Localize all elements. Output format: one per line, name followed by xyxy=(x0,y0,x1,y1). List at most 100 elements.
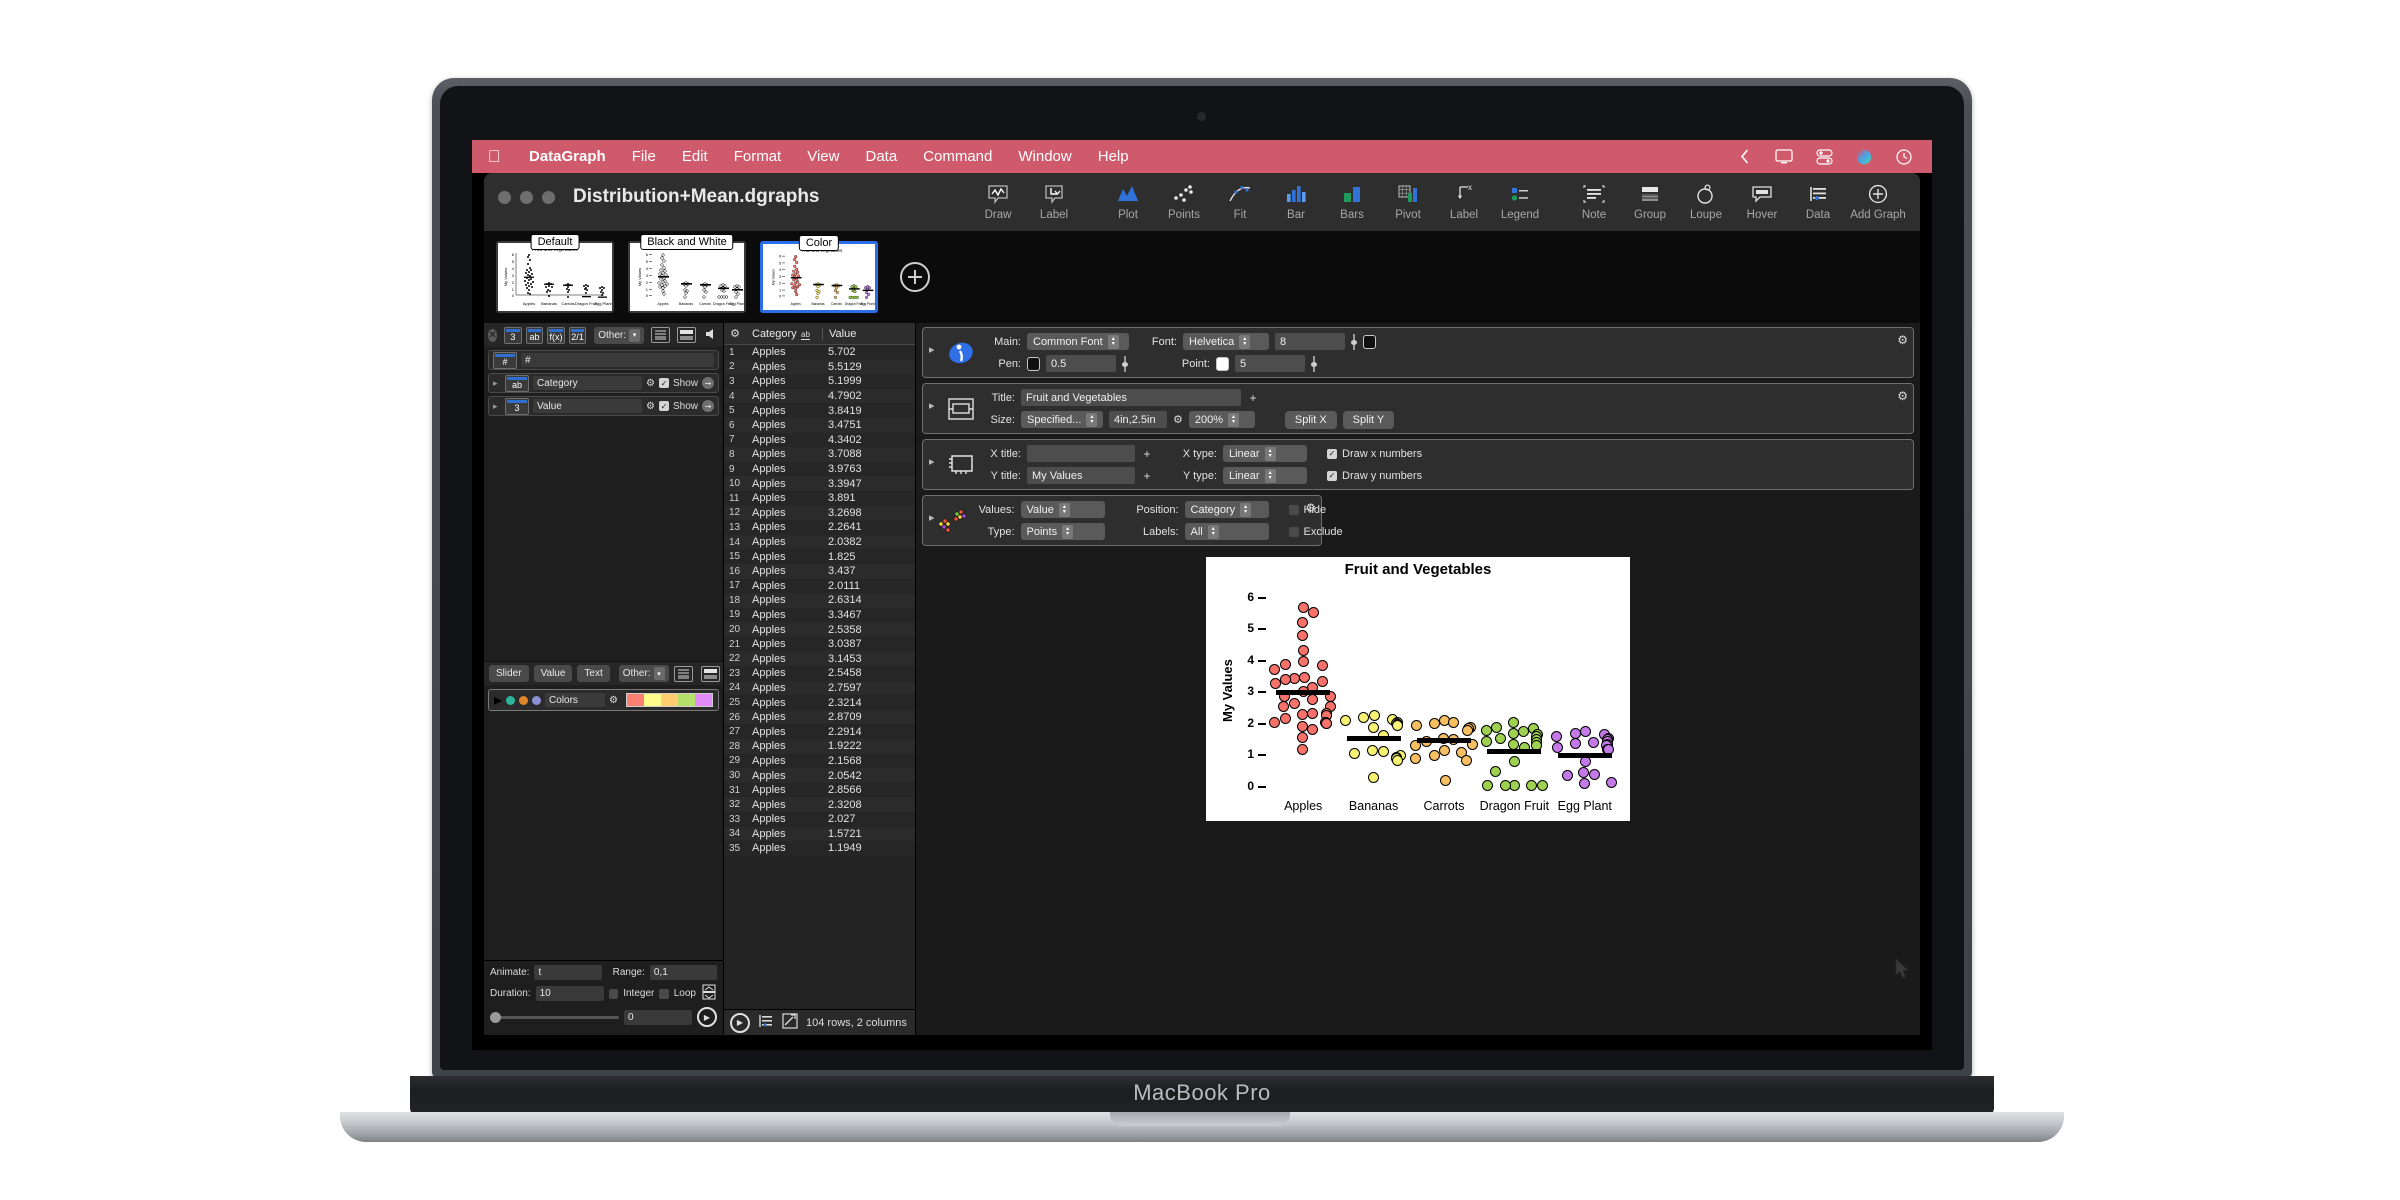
category-show-checkbox[interactable]: ✓ xyxy=(658,378,669,388)
siri-icon[interactable] xyxy=(1854,147,1874,167)
cell-category[interactable]: Apples xyxy=(746,390,822,402)
data-point[interactable] xyxy=(1588,737,1600,749)
cell-value[interactable]: 2.3208 xyxy=(822,799,915,811)
group-view-icon[interactable] xyxy=(677,327,697,343)
graph-size-select[interactable]: Specified... ▴ ▾ xyxy=(1021,411,1103,428)
data-point[interactable] xyxy=(1269,678,1281,690)
table-row[interactable]: 2 Apples 5.5129 xyxy=(724,359,915,375)
graph-zoom-select[interactable]: 200% ▴ ▾ xyxy=(1188,411,1255,428)
toolbar-bar-button[interactable]: Bar xyxy=(1268,177,1324,221)
add-text-button[interactable]: Text xyxy=(577,665,610,682)
cell-value[interactable]: 5.5129 xyxy=(822,361,915,373)
data-point[interactable] xyxy=(1296,731,1308,743)
toolbar-plot-button[interactable]: Plot xyxy=(1100,177,1156,221)
points-type-select[interactable]: Points ▴ ▾ xyxy=(1020,523,1105,540)
data-point[interactable] xyxy=(1307,607,1319,619)
speaker-icon[interactable] xyxy=(703,327,719,343)
points-panel-gear-icon[interactable]: ⚙ xyxy=(1305,501,1316,515)
data-point[interactable] xyxy=(1578,777,1590,789)
cell-category[interactable]: Apples xyxy=(746,755,822,767)
data-point[interactable] xyxy=(1491,721,1503,733)
cell-value[interactable]: 2.7597 xyxy=(822,682,915,694)
back-chevron-icon[interactable] xyxy=(1734,147,1754,167)
table-row[interactable]: 19 Apples 3.3467 xyxy=(724,607,915,623)
toolbar-fit-button[interactable]: Fit xyxy=(1212,177,1268,221)
minimize-button[interactable] xyxy=(520,191,533,204)
color-swatch-strip[interactable] xyxy=(626,693,713,707)
graph-panel-gear-icon[interactable]: ⚙ xyxy=(1897,389,1908,403)
params-other-dropdown[interactable]: Other: ▾ xyxy=(618,665,669,682)
toolbar-group-button[interactable]: Group xyxy=(1622,177,1678,221)
cell-value[interactable]: 3.9763 xyxy=(822,463,915,475)
cell-value[interactable]: 2.8566 xyxy=(822,784,915,796)
data-point[interactable] xyxy=(1317,675,1329,687)
data-point[interactable] xyxy=(1589,768,1601,780)
category-gear-icon[interactable]: ⚙ xyxy=(646,378,655,389)
table-row[interactable]: 18 Apples 2.6314 xyxy=(724,593,915,608)
style-panel-gear-icon[interactable]: ⚙ xyxy=(1897,333,1908,347)
close-icon[interactable]: ✕ xyxy=(488,328,498,342)
cell-category[interactable]: Apples xyxy=(746,551,822,563)
apple-logo-icon[interactable]:  xyxy=(484,148,504,165)
cell-value[interactable]: 3.7088 xyxy=(822,448,915,460)
cell-category[interactable]: Apples xyxy=(746,346,822,358)
cell-category[interactable]: Apples xyxy=(746,580,822,592)
animate-range-field[interactable]: 0,1 xyxy=(649,965,717,980)
cell-category[interactable]: Apples xyxy=(746,638,822,650)
data-point[interactable] xyxy=(1490,765,1502,777)
table-row[interactable]: 34 Apples 1.5721 xyxy=(724,826,915,842)
data-point[interactable] xyxy=(1367,721,1379,733)
table-row[interactable]: 11 Apples 3.891 xyxy=(724,490,915,506)
cell-value[interactable]: 2.1568 xyxy=(822,755,915,767)
data-point[interactable] xyxy=(1307,694,1319,706)
data-point[interactable] xyxy=(1278,701,1290,713)
cell-category[interactable]: Apples xyxy=(746,726,822,738)
points-position-select[interactable]: Category ▴ ▾ xyxy=(1184,501,1269,518)
data-list-icon[interactable] xyxy=(758,1013,774,1032)
data-point[interactable] xyxy=(1551,731,1562,742)
x-type-select[interactable]: Linear ▴ ▾ xyxy=(1223,445,1307,462)
table-row[interactable]: 28 Apples 1.9222 xyxy=(724,739,915,754)
display-icon[interactable] xyxy=(1774,147,1794,167)
data-point[interactable] xyxy=(1461,724,1473,736)
cell-category[interactable]: Apples xyxy=(746,405,822,417)
data-point[interactable] xyxy=(1410,753,1422,765)
menu-item-data[interactable]: Data xyxy=(852,148,910,165)
points-values-select[interactable]: Value ▴ ▾ xyxy=(1020,501,1105,518)
table-row[interactable]: 24 Apples 2.7597 xyxy=(724,680,915,696)
cell-category[interactable]: Apples xyxy=(746,813,822,825)
data-point[interactable] xyxy=(1340,715,1352,727)
cell-category[interactable]: Apples xyxy=(746,697,822,709)
split-y-button[interactable]: Split Y xyxy=(1342,410,1395,429)
table-row[interactable]: 10 Apples 3.3947 xyxy=(724,476,915,491)
data-point[interactable] xyxy=(1279,674,1291,686)
data-point[interactable] xyxy=(1316,660,1328,672)
table-row[interactable]: 15 Apples 1.825 xyxy=(724,549,915,564)
cell-category[interactable]: Apples xyxy=(746,594,822,606)
thumbnail-black-and-white[interactable]: Black and White 654 3210 My Values Apple… xyxy=(628,234,746,313)
animate-slider[interactable] xyxy=(490,1011,619,1023)
animate-variable-field[interactable]: t xyxy=(534,965,602,980)
cell-value[interactable]: 5.1999 xyxy=(822,375,915,387)
thumbnail-default[interactable]: Default Fruit and Vegetables 654 3210 My… xyxy=(496,234,614,313)
params-group-view-icon[interactable] xyxy=(700,665,720,682)
table-row[interactable]: 6 Apples 3.4751 xyxy=(724,417,915,433)
table-row[interactable]: 5 Apples 3.8419 xyxy=(724,403,915,418)
data-point[interactable] xyxy=(1480,724,1492,736)
cell-value[interactable]: 2.6314 xyxy=(822,594,915,606)
draw-y-numbers-checkbox[interactable]: ✓ xyxy=(1327,470,1337,481)
data-point[interactable] xyxy=(1526,779,1538,791)
table-row[interactable]: 25 Apples 2.3214 xyxy=(724,695,915,710)
clock-icon[interactable] xyxy=(1894,147,1914,167)
cell-value[interactable]: 5.702 xyxy=(822,346,915,358)
data-point[interactable] xyxy=(1298,644,1310,656)
table-gear-icon[interactable]: ⚙ xyxy=(724,327,746,340)
colors-parameter-row[interactable]: ▸ Colors ⚙ xyxy=(488,689,719,711)
draw-x-numbers-checkbox[interactable]: ✓ xyxy=(1327,448,1337,459)
cell-value[interactable]: 2.5458 xyxy=(822,667,915,679)
split-x-button[interactable]: Split X xyxy=(1284,410,1337,429)
window-controls[interactable] xyxy=(498,191,555,204)
column-header-category[interactable]: Category xyxy=(746,328,822,340)
cell-category[interactable]: Apples xyxy=(746,361,822,373)
toolbar-data-button[interactable]: Data xyxy=(1790,177,1846,221)
